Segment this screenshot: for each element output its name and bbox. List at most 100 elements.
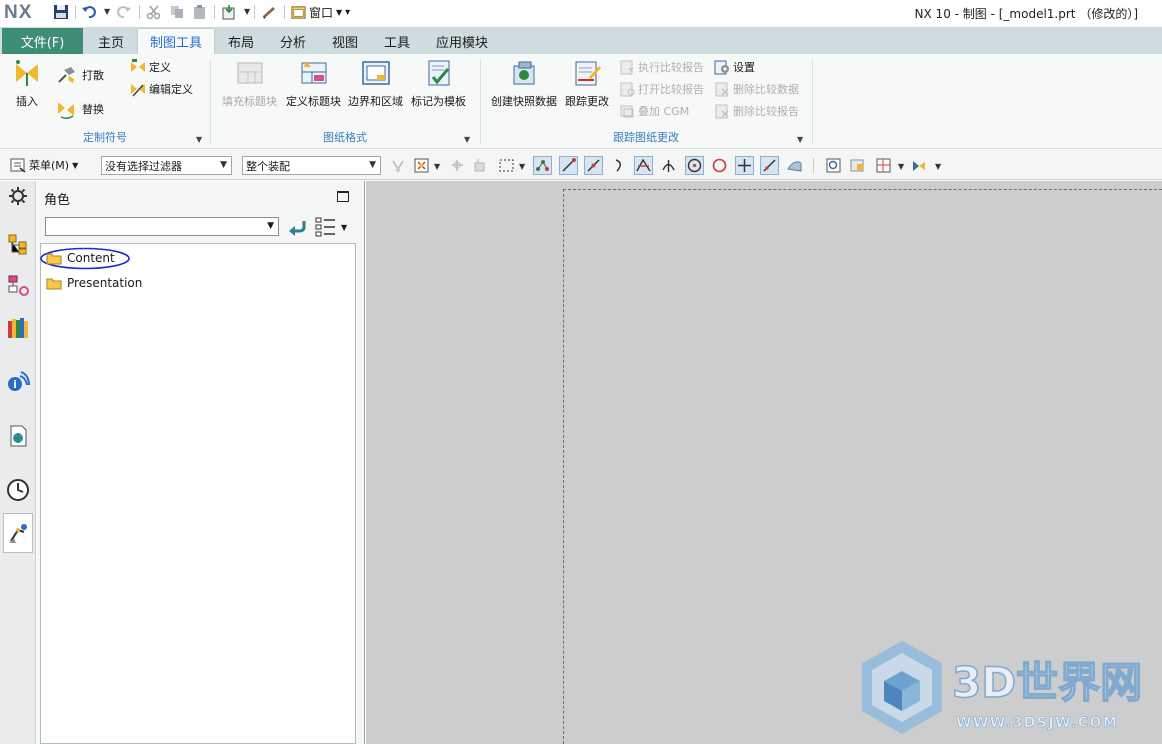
save-icon[interactable]: [52, 3, 70, 21]
open-compare-report-button[interactable]: 打开比较报告: [619, 80, 704, 98]
tab-layout[interactable]: 布局: [218, 28, 264, 54]
snap-point-icon[interactable]: [533, 156, 552, 175]
define-label: 定义: [149, 61, 171, 74]
roles-dropdown[interactable]: ▼: [45, 217, 279, 236]
tree-item-label: Content: [67, 251, 115, 265]
orient-view-icon[interactable]: [909, 156, 928, 175]
folder-icon: [46, 278, 62, 289]
type-filter-icon[interactable]: [412, 156, 431, 175]
drawing-format-expand-icon[interactable]: ▼: [464, 135, 470, 144]
tangent-point-icon[interactable]: [659, 156, 678, 175]
delete-compare-data-label: 删除比较数据: [733, 83, 799, 96]
control-point-icon[interactable]: [610, 156, 629, 175]
mid-point-icon[interactable]: [584, 156, 603, 175]
define-icon: [131, 59, 145, 72]
overlay-cgm-button[interactable]: 叠加 CGM: [619, 102, 689, 120]
history-icon[interactable]: [5, 477, 31, 503]
list-item[interactable]: Content: [46, 249, 115, 267]
select-body-icon[interactable]: [471, 156, 490, 175]
fill-title-block-button[interactable]: 填充标题块: [222, 58, 277, 109]
settings-button[interactable]: 设置: [714, 58, 755, 76]
track-changes-label: 跟踪更改: [565, 95, 609, 108]
window-menu[interactable]: 窗口 ▼ ▾: [291, 3, 350, 21]
customize-quick-access-icon[interactable]: ▾: [345, 7, 350, 18]
window-icon: [291, 5, 306, 19]
rectangle-select-dropdown-icon[interactable]: ▼: [519, 162, 525, 171]
settings-label: 设置: [733, 61, 755, 74]
arc-center-icon[interactable]: [685, 156, 704, 175]
maximize-panel-icon[interactable]: [337, 191, 349, 202]
general-selection-icon[interactable]: [389, 156, 408, 175]
render-style-icon[interactable]: [874, 156, 893, 175]
orient-view-dropdown-icon[interactable]: ▼: [935, 162, 941, 171]
edit-define-button[interactable]: 编辑定义: [130, 80, 193, 98]
group-custom-symbol: 插入 打散 替换 定义 编辑定义 定制符号 ▼: [0, 54, 210, 149]
selection-filter-dropdown[interactable]: 没有选择过滤器 ▼: [101, 156, 232, 175]
fill-title-block-icon: [237, 62, 262, 84]
menu-button[interactable]: 菜单(M) ▼: [10, 156, 78, 174]
track-changes-button[interactable]: 跟踪更改: [565, 58, 609, 109]
cut-icon[interactable]: [145, 3, 163, 21]
redo-icon[interactable]: [115, 3, 133, 21]
graphics-window[interactable]: 3D世界网 WWW.3DSJW.COM: [366, 181, 1162, 744]
borders-zones-icon: [361, 61, 390, 85]
point-on-surface-icon[interactable]: [785, 156, 804, 175]
intersection-point-icon[interactable]: [634, 156, 653, 175]
borders-zones-button[interactable]: 边界和区域: [348, 58, 403, 109]
insert-component-icon[interactable]: [220, 3, 238, 21]
rectangle-select-icon[interactable]: [497, 156, 516, 175]
create-snapshot-button[interactable]: 创建快照数据: [491, 58, 557, 109]
point-on-curve-icon[interactable]: [760, 156, 779, 175]
render-style-dropdown-icon[interactable]: ▼: [898, 162, 904, 171]
window-menu-label: 窗口: [309, 5, 334, 20]
delete-compare-report-button[interactable]: 删除比较报告: [714, 102, 799, 120]
custom-symbol-expand-icon[interactable]: ▼: [196, 135, 202, 144]
insert-dropdown-icon[interactable]: ▼: [244, 7, 250, 16]
create-snapshot-label: 创建快照数据: [491, 95, 557, 108]
resource-bar-settings-icon[interactable]: [5, 183, 31, 209]
copy-icon[interactable]: [168, 3, 186, 21]
hd3d-tools-icon[interactable]: i: [5, 369, 31, 395]
zoom-icon[interactable]: [848, 156, 867, 175]
undo-dropdown-icon[interactable]: ▼: [104, 7, 110, 16]
file-tab[interactable]: 文件(F): [2, 28, 83, 54]
web-browser-icon[interactable]: [5, 423, 31, 449]
back-button[interactable]: [287, 216, 307, 238]
tab-drafting-tools[interactable]: 制图工具: [137, 28, 215, 54]
run-compare-report-button[interactable]: 执行比较报告: [619, 58, 704, 76]
undo-icon[interactable]: [80, 3, 98, 21]
quadrant-point-icon[interactable]: [710, 156, 729, 175]
tab-analysis[interactable]: 分析: [269, 28, 317, 54]
fit-view-icon[interactable]: [824, 156, 843, 175]
paste-icon[interactable]: [191, 3, 209, 21]
delete-compare-data-button[interactable]: 删除比较数据: [714, 80, 799, 98]
assembly-navigator-icon[interactable]: [5, 231, 31, 257]
type-filter-dropdown-icon[interactable]: ▼: [434, 162, 440, 171]
roles-icon[interactable]: [3, 513, 33, 553]
define-title-block-button[interactable]: 定义标题块: [286, 58, 341, 109]
select-feature-icon[interactable]: [448, 156, 467, 175]
insert-symbol-button[interactable]: 插入: [12, 58, 42, 109]
mark-as-template-button[interactable]: 标记为模板: [411, 58, 466, 109]
define-button[interactable]: 定义: [130, 58, 171, 76]
fill-title-block-label: 填充标题块: [222, 95, 277, 108]
constraint-navigator-icon[interactable]: [5, 273, 31, 299]
explode-button[interactable]: 打散: [56, 64, 104, 86]
replace-button[interactable]: 替换: [56, 98, 104, 120]
ribbon: 插入 打散 替换 定义 编辑定义 定制符号 ▼ 填充标题块 定义标题块 边界和区…: [0, 54, 1162, 149]
selection-scope-dropdown[interactable]: 整个装配 ▼: [242, 156, 381, 175]
track-changes-expand-icon[interactable]: ▼: [797, 135, 803, 144]
touch-mode-icon[interactable]: [260, 3, 278, 21]
roles-panel: 角色 ▼ ▼ Content Presentation: [37, 181, 365, 744]
existing-point-icon[interactable]: [735, 156, 754, 175]
tab-view[interactable]: 视图: [322, 28, 368, 54]
view-mode-button[interactable]: ▼: [315, 216, 347, 238]
selection-scope-value: 整个装配: [246, 159, 290, 173]
end-point-icon[interactable]: [559, 156, 578, 175]
insert-symbol-label: 插入: [16, 95, 38, 108]
tab-application[interactable]: 应用模块: [426, 28, 498, 54]
list-item[interactable]: Presentation: [46, 274, 142, 292]
tab-tools[interactable]: 工具: [374, 28, 420, 54]
tab-home[interactable]: 主页: [88, 28, 134, 54]
reuse-library-icon[interactable]: [5, 315, 31, 341]
